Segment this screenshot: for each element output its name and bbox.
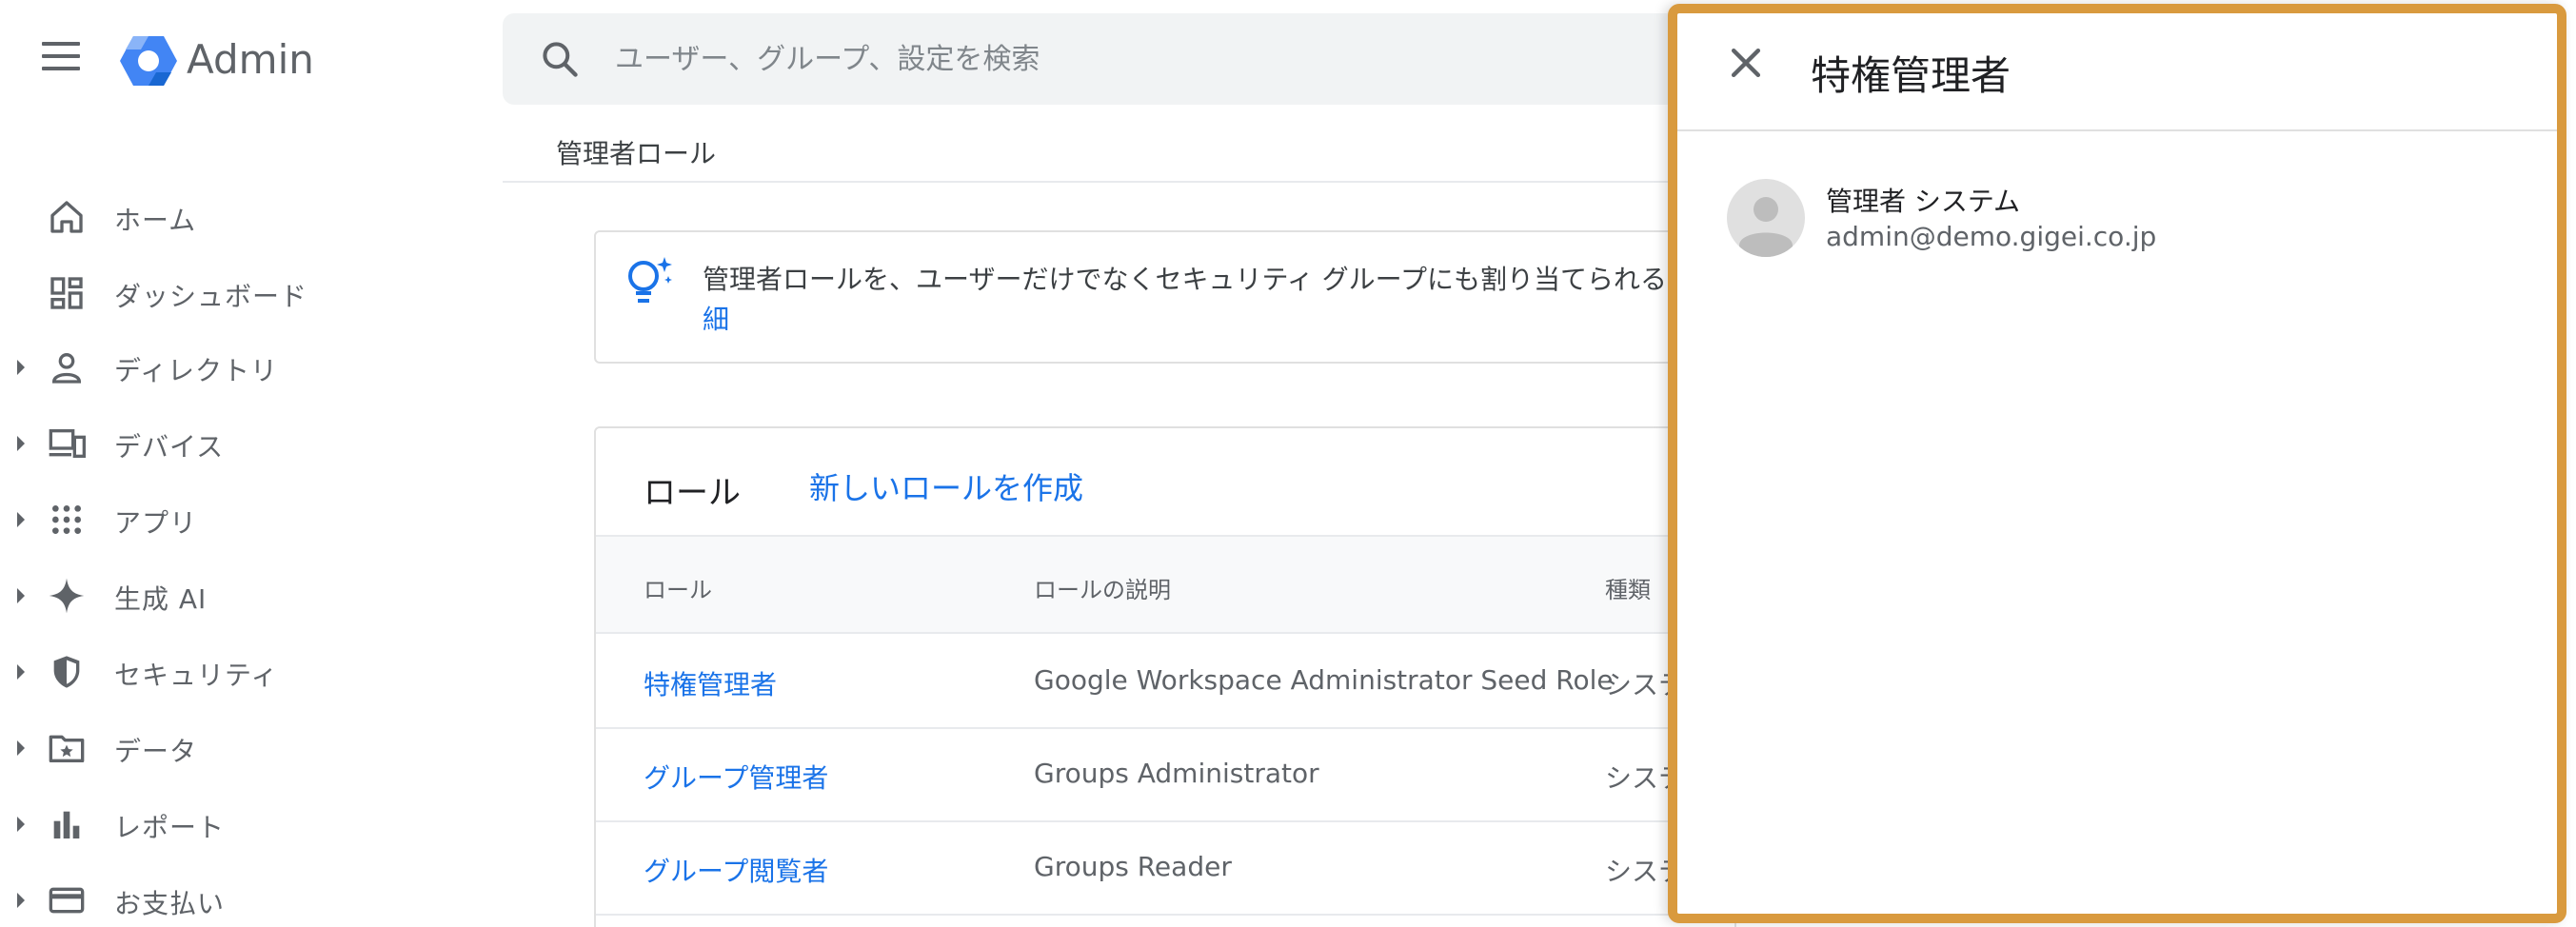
banner-text: 管理者ロールを、ユーザーだけでなくセキュリティ グループにも割り当てられるよ: [703, 264, 1694, 295]
devices-icon: [49, 429, 86, 458]
column-header-type[interactable]: 種類: [1605, 571, 1651, 604]
divider: [503, 181, 1683, 183]
expand-arrow-icon[interactable]: [17, 436, 25, 451]
sidebar-item-label: お支払い: [114, 888, 226, 919]
expand-arrow-icon[interactable]: [17, 893, 25, 908]
sidebar-item-label: セキュリティ: [114, 660, 279, 691]
apps-grid-icon: [52, 505, 81, 534]
person-icon: [51, 353, 82, 384]
home-icon: [50, 201, 83, 233]
search-icon[interactable]: [539, 38, 581, 80]
sparkle-icon: [49, 578, 85, 614]
sidebar-item-label: レポート: [114, 812, 226, 843]
panel-title: 特権管理者: [1811, 52, 2011, 99]
role-name-link[interactable]: グループ閲覧者: [644, 851, 828, 889]
sidebar-item-label: アプリ: [114, 507, 198, 539]
menu-icon[interactable]: [42, 42, 80, 76]
expand-arrow-icon[interactable]: [17, 360, 25, 375]
user-email: admin@demo.gigei.co.jp: [1826, 221, 2157, 252]
shield-icon: [53, 656, 80, 688]
sidebar-item-generative-ai[interactable]: 生成 AI: [0, 567, 457, 624]
role-name-link[interactable]: グループ管理者: [644, 758, 828, 796]
folder-star-icon: [49, 735, 85, 762]
expand-arrow-icon[interactable]: [17, 664, 25, 680]
table-header: ロール ロールの説明 種類: [596, 535, 1734, 634]
sidebar-item-label: デバイス: [114, 431, 225, 463]
role-description: Groups Reader: [1034, 851, 1232, 882]
roles-title: ロール: [644, 474, 741, 512]
roles-card: ロール 新しいロールを作成 ロール ロールの説明 種類 特権管理者 Google…: [594, 426, 1736, 927]
role-description: Google Workspace Administrator Seed Role: [1034, 664, 1614, 696]
credit-card-icon: [49, 887, 85, 914]
sidebar-item-label: ホーム: [114, 205, 197, 236]
sidebar-item-security[interactable]: セキュリティ: [0, 643, 457, 700]
role-detail-panel: 特権管理者 管理者 システム admin@demo.gigei.co.jp: [1668, 4, 2566, 923]
breadcrumb[interactable]: 管理者ロール: [556, 133, 716, 171]
search-bar[interactable]: [503, 13, 1683, 105]
sidebar-item-dashboard[interactable]: ダッシュボード: [0, 265, 457, 322]
table-row[interactable]: 特権管理者 Google Workspace Administrator See…: [596, 636, 1734, 729]
expand-arrow-icon[interactable]: [17, 588, 25, 603]
admin-console: Admin ホーム ダッシュボード: [0, 0, 2576, 927]
sidebar-item-apps[interactable]: アプリ: [0, 491, 457, 548]
table-row[interactable]: グループ閲覧者 Groups Reader システ: [596, 822, 1734, 916]
search-input[interactable]: [615, 38, 1662, 80]
dashboard-icon: [50, 277, 83, 309]
sidebar-item-reports[interactable]: レポート: [0, 796, 457, 853]
lightbulb-icon: [628, 257, 672, 303]
role-name-link[interactable]: 特権管理者: [644, 664, 777, 702]
column-header-description[interactable]: ロールの説明: [1034, 571, 1171, 604]
banner-link[interactable]: 細: [703, 299, 729, 337]
sidebar-item-label: データ: [114, 736, 198, 767]
avatar[interactable]: [1727, 179, 1805, 257]
bar-chart-icon: [53, 811, 80, 838]
sidebar-item-directory[interactable]: ディレクトリ: [0, 339, 457, 396]
expand-arrow-icon[interactable]: [17, 817, 25, 832]
create-role-link[interactable]: 新しいロールを作成: [809, 464, 1083, 508]
role-description: Groups Administrator: [1034, 758, 1319, 789]
sidebar-item-data[interactable]: データ: [0, 720, 457, 777]
expand-arrow-icon[interactable]: [17, 512, 25, 527]
brand-name: Admin: [187, 36, 314, 83]
close-icon[interactable]: [1725, 42, 1767, 84]
sidebar-item-label: ディレクトリ: [114, 355, 279, 386]
expand-arrow-icon[interactable]: [17, 740, 25, 756]
info-banner: 管理者ロールを、ユーザーだけでなくセキュリティ グループにも割り当てられるよ 細: [594, 230, 1736, 364]
default-avatar-icon: [1739, 197, 1793, 257]
sidebar-item-label: ダッシュボード: [114, 281, 308, 312]
sidebar-item-label: 生成 AI: [114, 583, 208, 615]
table-row[interactable]: グループ管理者 Groups Administrator システ: [596, 729, 1734, 822]
sidebar-item-billing[interactable]: お支払い: [0, 872, 457, 927]
admin-logo-icon: [120, 36, 177, 86]
sidebar-item-home[interactable]: ホーム: [0, 188, 457, 246]
user-name[interactable]: 管理者 システム: [1826, 181, 2020, 219]
sidebar-item-devices[interactable]: デバイス: [0, 415, 457, 472]
divider: [1677, 129, 2557, 131]
column-header-role[interactable]: ロール: [644, 571, 712, 604]
